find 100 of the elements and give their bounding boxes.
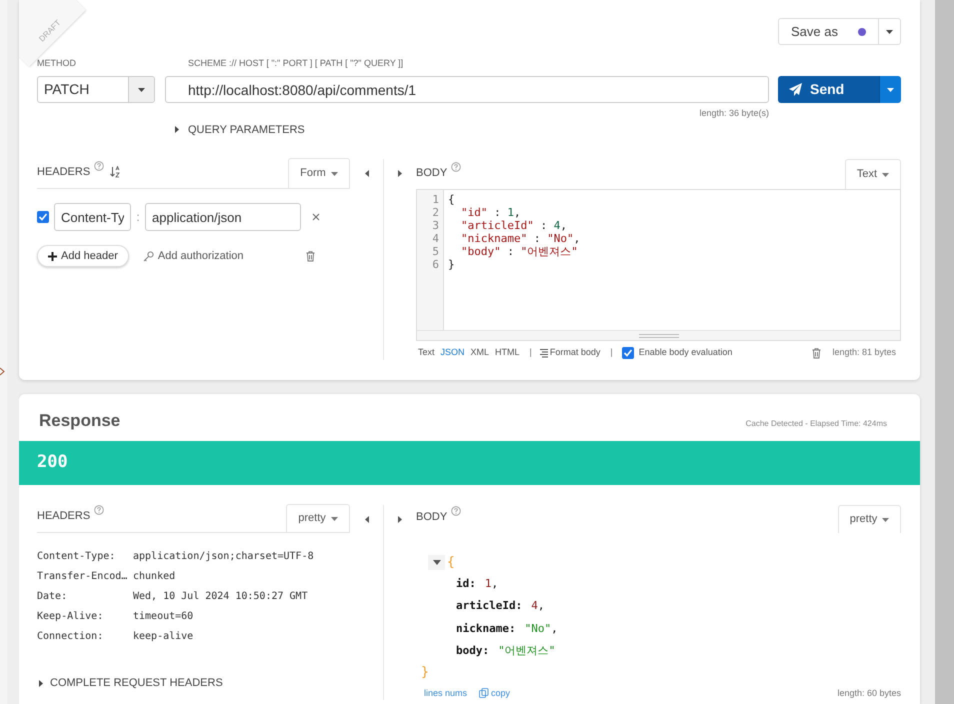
caret-icon [882, 518, 890, 522]
code-token: "body" [461, 245, 501, 258]
code-editor[interactable]: 1 2 3 4 5 6 { "id" : 1, "articleId" : 4, "nickname" : "No", "body" : "어벤져스" } [416, 189, 901, 341]
collapse-right-icon [398, 516, 402, 523]
code-token: , [514, 206, 521, 219]
query-parameters-toggle[interactable]: QUERY PARAMETERS [175, 122, 305, 138]
caret-icon [330, 172, 338, 176]
line-number: 1 [431, 193, 439, 206]
method-select[interactable]: PATCH [37, 76, 155, 103]
caret-icon [886, 30, 893, 34]
mode-dropdown[interactable]: Form [288, 158, 350, 188]
code-token: "No" [547, 232, 574, 245]
checkbox[interactable] [37, 211, 49, 223]
format-tab[interactable]: Text [418, 346, 435, 360]
caret-icon [432, 560, 440, 566]
add-authorization-link[interactable]: Add authorization [142, 248, 244, 264]
caret-icon [138, 88, 145, 92]
caret-icon [887, 88, 894, 92]
collapse-left-icon [364, 170, 368, 177]
elapsed-time: Cache Detected - Elapsed Time: 424ms [746, 418, 887, 430]
check-icon [622, 348, 633, 358]
header-value: application/json;charset=UTF-8 [133, 550, 314, 564]
copy-link[interactable]: copy [479, 686, 510, 700]
sort-icon [110, 166, 120, 178]
status-code: 200 [37, 451, 68, 474]
code-token: , [560, 219, 567, 232]
status-dot-icon [858, 28, 866, 36]
check-icon [38, 212, 48, 222]
line-number: 3 [431, 219, 439, 232]
code-token: "id" [461, 206, 488, 219]
json-key: id: [456, 576, 476, 592]
copy-icon [479, 688, 490, 698]
send-options-button[interactable] [879, 76, 901, 103]
separator: | [530, 346, 532, 360]
format-body-button[interactable]: Format body [540, 346, 600, 360]
code-token: } [448, 258, 455, 271]
paper-plane-icon [789, 83, 802, 96]
line-number: 5 [431, 245, 439, 258]
line-number: 2 [431, 206, 439, 219]
add-header-button[interactable]: Add header [37, 245, 129, 267]
code-token: : [532, 232, 542, 245]
brace: { [447, 554, 455, 572]
json-comma: , [538, 598, 544, 614]
align-icon [540, 348, 548, 358]
format-tab[interactable]: HTML [495, 346, 520, 360]
header-value: Wed, 10 Jul 2024 10:50:27 GMT [133, 590, 308, 604]
separator-colon: : [135, 209, 141, 226]
body-length: length: 60 bytes [837, 686, 901, 700]
mode-dropdown[interactable]: pretty [838, 505, 901, 533]
help-icon [94, 504, 104, 514]
mode-dropdown[interactable]: pretty [286, 504, 350, 532]
code-token: 1 [507, 206, 514, 219]
help-icon [451, 162, 462, 172]
body-length: length: 81 bytes [832, 346, 896, 360]
header-value: chunked [133, 570, 176, 584]
header-name: Date: [37, 590, 68, 604]
checkbox[interactable] [622, 347, 634, 359]
url-field[interactable]: http://localhost:8080/api/comments/1 [165, 76, 769, 103]
save-as-button[interactable]: Save as [779, 19, 878, 44]
code-token: : [506, 245, 515, 258]
json-value: 1 [484, 576, 492, 592]
header-value-field[interactable]: application/json [145, 203, 301, 231]
code-token: "articleId" [461, 219, 534, 232]
separator: | [610, 346, 613, 360]
complete-request-headers-toggle[interactable]: COMPLETE REQUEST HEADERS [39, 675, 223, 692]
code-token: : [539, 219, 548, 232]
caret-icon [330, 516, 338, 520]
checkbox-label: Enable body evaluation [638, 346, 732, 360]
header-value: keep-alive [133, 630, 194, 644]
caret-icon [882, 172, 890, 176]
code-token: 4 [554, 219, 560, 232]
plus-icon [48, 252, 57, 260]
line-number: 4 [431, 232, 439, 245]
chevron-icon[interactable] [0, 367, 5, 376]
mode-dropdown[interactable]: Text [845, 159, 901, 189]
collapse-right-icon [398, 170, 402, 177]
header-name: Content-Type: [37, 550, 116, 564]
json-comma: , [551, 620, 558, 636]
header-name: Connection: [37, 630, 104, 644]
header-name: Transfer-Encod… [37, 570, 128, 584]
brace: } [421, 664, 430, 680]
format-tab[interactable]: JSON [440, 346, 465, 360]
send-button[interactable]: Send [778, 76, 879, 103]
headers-title: HEADERS [37, 508, 90, 524]
line-numbers-link[interactable]: lines nums [424, 686, 468, 700]
header-value: timeout=60 [133, 610, 194, 624]
code-token: : [493, 206, 502, 219]
headers-title: HEADERS [37, 164, 90, 180]
resize-handle[interactable] [417, 330, 900, 340]
code-token: "어벤져스" [520, 245, 578, 258]
code-token: , [574, 232, 580, 245]
json-key: body: [456, 643, 490, 660]
format-tab[interactable]: XML [470, 346, 490, 360]
json-comma: , [492, 576, 498, 592]
json-key: nickname: [456, 620, 516, 637]
code-token: { [448, 193, 455, 206]
help-icon [94, 160, 104, 170]
key-icon [142, 250, 154, 262]
line-number: 6 [431, 258, 439, 271]
collapse-toggle[interactable] [428, 555, 445, 570]
